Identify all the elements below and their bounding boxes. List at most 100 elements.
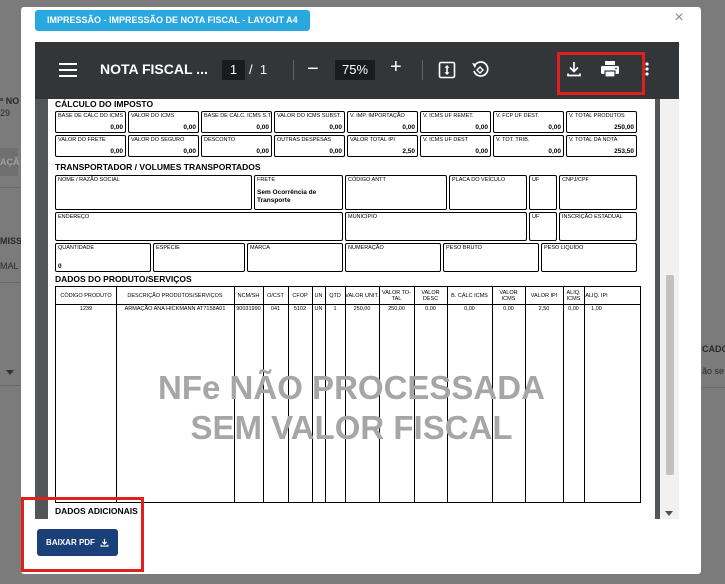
table-cell: 250,00 [388, 306, 405, 312]
watermark-line-1: NFe NÃO PROCESSADA [158, 369, 545, 406]
imposto-value: 253,50 [614, 148, 634, 155]
imposto-label: OUTRAS DESPESAS [277, 137, 332, 143]
pdf-viewer: NOTA FISCAL ... 1 / 1 − 75% + CÁLCULO DO… [35, 42, 679, 519]
field-marca: MARCA [247, 243, 343, 272]
close-icon[interactable]: × [671, 10, 687, 26]
table-cell: 2,50 [538, 306, 550, 312]
background-fragment: ão se [702, 366, 725, 376]
watermark-line-2: SEM VALOR FISCAL [190, 409, 513, 446]
field-placa-veiculo: PLACA DO VEÍCULO [449, 175, 527, 210]
imposto-value: 0,00 [256, 148, 269, 155]
page-separator: / [249, 62, 253, 77]
imposto-value: 0,00 [183, 124, 196, 131]
table-header-cell: NCM/SH [237, 292, 260, 299]
table-cell: 1 [333, 306, 337, 312]
field-uf: UF [529, 212, 557, 241]
imposto-label: V. FCP UF DEST. [496, 113, 540, 119]
table-cell: 0,00 [568, 306, 579, 312]
imposto-field: V. TOTAL DA NOTA 253,50 [566, 135, 637, 157]
imposto-value: 0,00 [329, 148, 342, 155]
rotate-icon[interactable] [470, 60, 490, 80]
imposto-label: V. IMP. IMPORTAÇÃO [350, 113, 405, 119]
table-cell: 90031990 [236, 306, 261, 312]
table-header-divider [56, 304, 640, 305]
imposto-label: V. TOTAL DA NOTA [569, 137, 618, 143]
imposto-label: VALOR DO ICMS [131, 113, 175, 119]
imposto-field: V. IMP. IMPORTAÇÃO 0,00 [347, 111, 418, 133]
background-fragment: MISS [0, 236, 23, 246]
table-header-cell: VALOR IPI [530, 292, 558, 299]
page-number-input[interactable]: 1 [222, 60, 245, 80]
imposto-value: 0,00 [110, 124, 123, 131]
imposto-label: V. ICMS UF DEST [423, 137, 469, 143]
frete-value: Sem Ocorrência de Transporte [257, 189, 317, 204]
quantidade-value: 0 [58, 263, 62, 270]
imposto-label: BASE DE CÁLC. ICMS S.T [204, 113, 271, 119]
fit-page-icon[interactable] [438, 61, 456, 79]
imposto-label: BASE DE CÁLC DO ICMS [58, 113, 124, 119]
field-inscricao-estadual: INSCRIÇÃO ESTADUAL [559, 212, 637, 241]
table-cell: 250,00 [353, 306, 371, 312]
toolbar-divider [293, 60, 294, 80]
imposto-value: 0,00 [183, 148, 196, 155]
imposto-value: 0,00 [329, 124, 342, 131]
background-divider [702, 387, 725, 388]
table-header-cell: QTD [329, 292, 341, 299]
imposto-field: VALOR DO ICMS SUBST. 0,00 [274, 111, 345, 133]
table-header-cell: VALOR ICMS [499, 289, 518, 302]
imposto-field: DESCONTO 0,00 [201, 135, 272, 157]
background-chevron-icon [6, 370, 14, 375]
imposto-field: VALOR DO ICMS 0,00 [128, 111, 199, 133]
page-total: / 1 [249, 62, 267, 77]
table-cell: 1239 [79, 306, 93, 312]
section-title-transportador: TRANSPORTADOR / VOLUMES TRANSPORTADOS [55, 162, 261, 172]
imposto-value: 0,00 [475, 124, 488, 131]
modal-title: IMPRESSÃO - IMPRESSÃO DE NOTA FISCAL - L… [35, 10, 310, 31]
background-divider [0, 385, 21, 386]
background-divider [0, 187, 21, 188]
background-tab: AÇÃ [0, 148, 20, 176]
zoom-input[interactable]: 75% [335, 60, 375, 80]
scrollbar-thumb[interactable] [666, 275, 674, 475]
table-header-cell: VALOR TO-TAL [381, 289, 412, 302]
imposto-field: VALOR DO SEGURO 0,00 [128, 135, 199, 157]
field-codigo-antt: CÓDIGO ANTT [345, 175, 447, 210]
field-uf: UF [529, 175, 557, 210]
imposto-value: 2,50 [402, 148, 415, 155]
field-cnpj-cpf: CNPJ/CPF [559, 175, 637, 210]
imposto-label: V. ICMS UF REMET. [423, 113, 474, 119]
imposto-value: 0,00 [256, 124, 269, 131]
background-divider [0, 282, 21, 283]
field-especie: ESPÉCIE [153, 243, 245, 272]
zoom-out-button[interactable]: − [307, 58, 319, 81]
background-fragment: CADOR [702, 344, 725, 354]
imposto-field: VALOR DO FRETE 0,00 [55, 135, 126, 157]
document-title: NOTA FISCAL ... [100, 61, 208, 77]
total-pages: 1 [259, 62, 268, 77]
zoom-in-button[interactable]: + [390, 56, 402, 79]
background-fragment: º NO [0, 96, 20, 106]
table-cell: 041 [270, 306, 281, 312]
table-header-cell: DESCRIÇÃO PRODUTOS/SERVIÇOS [127, 292, 223, 299]
imposto-label: VALOR TOTAL IPI [350, 137, 395, 143]
field-numeracao: NUMERAÇÃO [345, 243, 441, 272]
imposto-value: 0,00 [548, 148, 561, 155]
table-header-cell: CÓDIGO PRODUTO [60, 292, 112, 299]
menu-icon[interactable] [59, 63, 77, 77]
print-modal: IMPRESSÃO - IMPRESSÃO DE NOTA FISCAL - L… [21, 7, 701, 574]
imposto-field: BASE DE CÁLC DO ICMS 0,00 [55, 111, 126, 133]
table-cell: 0,00 [425, 306, 436, 312]
field-nome-razao-social: NOME / RAZÃO SOCIAL [55, 175, 252, 210]
table-header-cell: O/CST [267, 292, 284, 299]
imposto-label: VALOR DO ICMS SUBST. [277, 113, 342, 119]
pdf-scrollbar[interactable] [660, 99, 679, 519]
imposto-value: 0,00 [110, 148, 123, 155]
scroll-down-arrow-icon[interactable] [665, 511, 673, 516]
imposto-field: V. FCP UF DEST. 0,00 [493, 111, 564, 133]
table-cell: 5102 [293, 306, 307, 312]
imposto-field: VALOR TOTAL IPI 2,50 [347, 135, 418, 157]
table-header-cell: UN [314, 292, 323, 299]
field-quantidade: QUANTIDADE 0 [55, 243, 151, 272]
imposto-label: V. TOT. TRIB. [496, 137, 530, 143]
imposto-field: BASE DE CÁLC. ICMS S.T 0,00 [201, 111, 272, 133]
